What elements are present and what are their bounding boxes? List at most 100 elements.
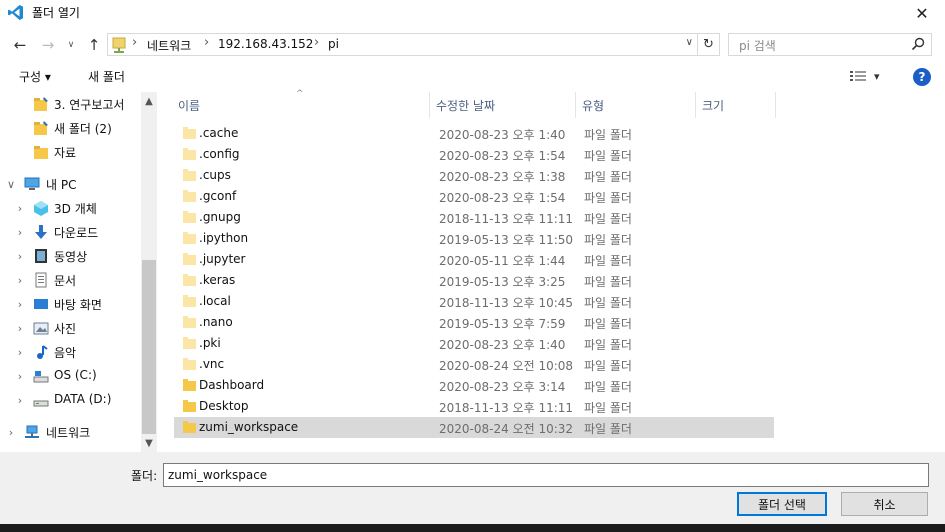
file-date-modified: 2018-11-13 오후 11:11 bbox=[439, 401, 574, 415]
breadcrumb-host[interactable]: 192.168.43.152 bbox=[218, 37, 313, 51]
scroll-down-icon[interactable]: ▼ bbox=[141, 434, 157, 452]
sidebar-item[interactable]: › DATA (D:) bbox=[0, 389, 140, 411]
sidebar-item[interactable]: › 동영상 bbox=[0, 245, 140, 267]
chevron-right-icon[interactable]: › bbox=[15, 226, 25, 239]
chevron-right-icon[interactable]: › bbox=[15, 250, 25, 263]
chevron-right-icon[interactable]: › bbox=[15, 322, 25, 335]
sidebar-item[interactable]: 새 폴더 (2) bbox=[0, 117, 140, 139]
file-row[interactable]: .gconf 2020-08-23 오후 1:54 파일 폴더 bbox=[174, 186, 774, 207]
chevron-right-icon[interactable]: › bbox=[15, 298, 25, 311]
column-header-size[interactable]: 크기 bbox=[696, 92, 776, 118]
background-strip bbox=[0, 524, 945, 532]
sidebar-item[interactable]: 자료 bbox=[0, 141, 140, 163]
file-row[interactable]: .gnupg 2018-11-13 오후 11:11 파일 폴더 bbox=[174, 207, 774, 228]
file-row[interactable]: Dashboard 2020-08-23 오후 3:14 파일 폴더 bbox=[174, 375, 774, 396]
file-date-modified: 2020-08-23 오후 1:38 bbox=[439, 170, 566, 184]
address-bar[interactable]: › 네트워크 › 192.168.43.152 › pi ∨ bbox=[107, 33, 698, 56]
close-icon: ✕ bbox=[915, 3, 929, 23]
refresh-button[interactable]: ↻ bbox=[698, 33, 720, 56]
sidebar-item[interactable]: › 3D 개체 bbox=[0, 197, 140, 219]
file-type: 파일 폴더 bbox=[584, 191, 632, 205]
column-header-type[interactable]: 유형 bbox=[576, 92, 696, 118]
chevron-right-icon[interactable]: › bbox=[15, 394, 25, 407]
arrow-right-icon: → bbox=[41, 36, 55, 54]
file-name: .vnc bbox=[199, 357, 225, 371]
new-folder-button[interactable]: 새 폴더 bbox=[88, 68, 125, 85]
organize-button[interactable]: 구성 ▾ bbox=[19, 68, 51, 85]
sidebar-item[interactable]: › 음악 bbox=[0, 341, 140, 363]
dialog-footer: 폴더: 폴더 선택 취소 bbox=[0, 452, 945, 532]
folder-icon bbox=[183, 358, 196, 370]
close-button[interactable]: ✕ bbox=[899, 0, 945, 26]
sidebar-item[interactable]: › 바탕 화면 bbox=[0, 293, 140, 315]
sidebar-item[interactable]: ∨ 내 PC bbox=[0, 173, 140, 195]
column-header-date[interactable]: 수정한 날짜 bbox=[430, 92, 576, 118]
chevron-right-icon[interactable]: › bbox=[6, 426, 16, 439]
folder-icon bbox=[183, 127, 196, 139]
sidebar-item[interactable]: › 다운로드 bbox=[0, 221, 140, 243]
breadcrumb-network[interactable]: 네트워크 bbox=[147, 37, 191, 54]
file-row[interactable]: .cups 2020-08-23 오후 1:38 파일 폴더 bbox=[174, 165, 774, 186]
file-type: 파일 폴더 bbox=[584, 233, 632, 247]
chevron-right-icon[interactable]: › bbox=[15, 370, 25, 383]
scroll-up-icon[interactable]: ▲ bbox=[141, 92, 157, 110]
view-options-button[interactable]: ▾ bbox=[850, 68, 888, 84]
file-row[interactable]: .nano 2019-05-13 오후 7:59 파일 폴더 bbox=[174, 312, 774, 333]
breadcrumb-pi[interactable]: pi bbox=[328, 37, 339, 51]
file-row[interactable]: .pki 2020-08-23 오후 1:40 파일 폴더 bbox=[174, 333, 774, 354]
help-button[interactable]: ? bbox=[913, 68, 931, 86]
scrollbar-thumb[interactable] bbox=[142, 260, 156, 434]
pictures-icon bbox=[33, 322, 49, 335]
file-row[interactable]: .vnc 2020-08-24 오전 10:08 파일 폴더 bbox=[174, 354, 774, 375]
file-date-modified: 2020-08-23 오후 1:40 bbox=[439, 338, 566, 352]
sidebar-item[interactable]: › 문서 bbox=[0, 269, 140, 291]
file-row[interactable]: Desktop 2018-11-13 오후 11:11 파일 폴더 bbox=[174, 396, 774, 417]
file-row[interactable]: .ipython 2019-05-13 오후 11:50 파일 폴더 bbox=[174, 228, 774, 249]
chevron-right-icon[interactable]: › bbox=[15, 346, 25, 359]
file-row[interactable]: zumi_workspace 2020-08-24 오전 10:32 파일 폴더 bbox=[174, 417, 774, 438]
file-row[interactable]: .cache 2020-08-23 오후 1:40 파일 폴더 bbox=[174, 123, 774, 144]
video-icon bbox=[35, 249, 47, 263]
navigation-bar: ← → ∨ ↑ › 네트워크 › 192.168.43.152 › pi ∨ ↻ bbox=[0, 30, 945, 60]
vscode-icon bbox=[8, 5, 23, 20]
chevron-down-icon[interactable]: ∨ bbox=[6, 178, 16, 191]
cancel-button[interactable]: 취소 bbox=[841, 492, 928, 516]
arrow-up-icon: ↑ bbox=[87, 36, 101, 54]
file-type: 파일 폴더 bbox=[584, 170, 632, 184]
navigation-pane: 3. 연구보고서 새 폴더 (2) 자료 ∨ 내 PC › 3D 개체 › 다운로드 › 동영상 › 문… bbox=[0, 92, 157, 452]
sidebar-item[interactable]: 3. 연구보고서 bbox=[0, 93, 140, 115]
file-row[interactable]: .jupyter 2020-05-11 오후 1:44 파일 폴더 bbox=[174, 249, 774, 270]
back-button[interactable]: ← bbox=[8, 34, 32, 56]
sidebar-item[interactable]: › 사진 bbox=[0, 317, 140, 339]
file-type: 파일 폴더 bbox=[584, 128, 632, 142]
sidebar-item[interactable]: › OS (C:) bbox=[0, 365, 140, 387]
navigation-pane-scrollbar[interactable]: ▲ ▼ bbox=[141, 92, 157, 452]
address-dropdown-icon[interactable]: ∨ bbox=[686, 37, 693, 48]
file-type: 파일 폴더 bbox=[584, 296, 632, 310]
column-header-name[interactable]: 이름 ^ bbox=[172, 89, 430, 118]
forward-button[interactable]: → bbox=[36, 34, 60, 56]
folder-icon bbox=[34, 146, 48, 159]
file-name: .ipython bbox=[199, 231, 249, 245]
desktop-icon bbox=[34, 299, 48, 309]
arrow-left-icon: ← bbox=[13, 36, 27, 54]
chevron-down-icon: ∨ bbox=[67, 40, 75, 50]
file-row[interactable]: .config 2020-08-23 오후 1:54 파일 폴더 bbox=[174, 144, 774, 165]
chevron-right-icon[interactable]: › bbox=[15, 202, 25, 215]
refresh-icon: ↻ bbox=[703, 37, 714, 52]
download-icon bbox=[35, 225, 47, 239]
folder-name-input[interactable] bbox=[163, 463, 929, 487]
file-type: 파일 폴더 bbox=[584, 338, 632, 352]
document-icon bbox=[35, 272, 47, 288]
recent-locations-button[interactable]: ∨ bbox=[64, 34, 78, 56]
chevron-right-icon[interactable]: › bbox=[15, 274, 25, 287]
pc-icon bbox=[24, 177, 40, 190]
breadcrumb-separator: › bbox=[204, 35, 210, 50]
file-row[interactable]: .keras 2019-05-13 오후 3:25 파일 폴더 bbox=[174, 270, 774, 291]
file-row[interactable]: .local 2018-11-13 오후 10:45 파일 폴더 bbox=[174, 291, 774, 312]
sidebar-item[interactable]: › 네트워크 bbox=[0, 421, 140, 443]
search-input[interactable]: pi 검색 bbox=[728, 33, 932, 56]
up-button[interactable]: ↑ bbox=[84, 34, 104, 56]
file-type: 파일 폴더 bbox=[584, 380, 632, 394]
select-folder-button[interactable]: 폴더 선택 bbox=[737, 492, 827, 516]
